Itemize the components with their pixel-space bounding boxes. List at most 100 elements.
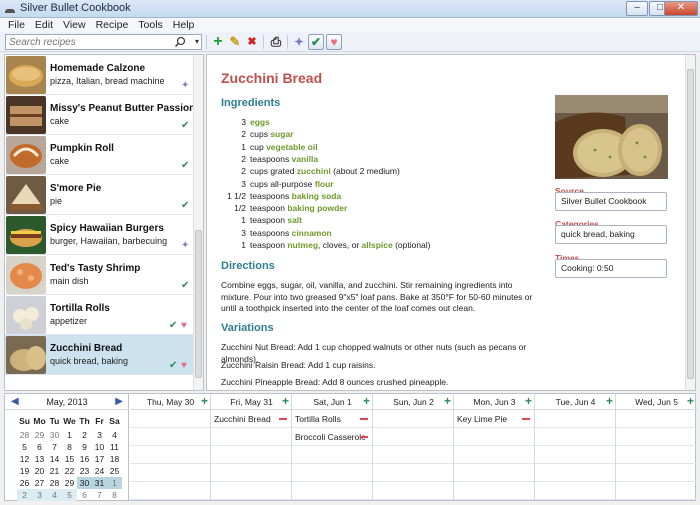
menu-help[interactable]: Help — [168, 18, 200, 32]
add-meal-icon[interactable]: + — [444, 394, 451, 409]
search-icon[interactable] — [174, 36, 186, 48]
calendar-day[interactable]: 13 — [32, 453, 47, 465]
calendar-day[interactable]: 22 — [62, 465, 77, 477]
calendar-day[interactable]: 11 — [107, 441, 122, 453]
next-month-icon[interactable]: ▶ — [115, 394, 123, 410]
menu-view[interactable]: View — [58, 18, 91, 32]
calendar-day[interactable]: 6 — [32, 441, 47, 453]
add-meal-icon[interactable]: + — [606, 394, 613, 409]
calendar-day[interactable]: 17 — [92, 453, 107, 465]
calendar-day[interactable]: 16 — [77, 453, 92, 465]
menu-edit[interactable]: Edit — [30, 18, 58, 32]
planner-slot[interactable] — [292, 447, 372, 464]
calendar-day[interactable]: 8 — [62, 441, 77, 453]
calendar-day[interactable]: 2 — [77, 429, 92, 441]
planner-slot[interactable] — [454, 447, 534, 464]
planner-slot[interactable] — [535, 465, 615, 482]
planner-slot[interactable]: Broccoli Casserole — [292, 429, 372, 446]
detail-scrollbar[interactable] — [685, 55, 695, 390]
planner-slot[interactable] — [454, 465, 534, 482]
source-field[interactable]: Silver Bullet Cookbook — [555, 192, 667, 211]
planner-slot[interactable]: Tortilla Rolls — [292, 411, 372, 428]
calendar-day[interactable]: 20 — [32, 465, 47, 477]
calendar-day[interactable]: 7 — [92, 489, 107, 501]
calendar-day[interactable]: 3 — [92, 429, 107, 441]
calendar-day[interactable]: 9 — [77, 441, 92, 453]
planner-slot[interactable] — [373, 465, 453, 482]
recipe-list-item[interactable]: Ted's Tasty Shrimp main dish ✔ — [5, 255, 194, 295]
search-dropdown-icon[interactable]: ▾ — [195, 35, 199, 49]
calendar-day[interactable]: 2 — [17, 489, 32, 501]
add-recipe-button[interactable]: + — [210, 34, 226, 50]
calendar-day[interactable]: 31 — [92, 477, 107, 489]
planned-recipe[interactable]: Zucchini Bread — [214, 411, 271, 428]
calendar-day[interactable]: 27 — [32, 477, 47, 489]
calendar-day[interactable]: 23 — [77, 465, 92, 477]
planner-slot[interactable] — [211, 447, 291, 464]
planner-slot[interactable] — [130, 465, 210, 482]
planner-slot[interactable] — [616, 465, 696, 482]
planner-slot[interactable] — [616, 483, 696, 500]
planner-slot[interactable] — [535, 411, 615, 428]
remove-meal-icon[interactable] — [360, 436, 368, 438]
recipe-list-item[interactable]: S'more Pie pie ✔ — [5, 175, 194, 215]
planner-slot[interactable] — [616, 429, 696, 446]
planner-slot[interactable] — [616, 411, 696, 428]
add-meal-icon[interactable]: + — [201, 394, 208, 409]
calendar-day[interactable]: 18 — [107, 453, 122, 465]
calendar-day[interactable]: 4 — [47, 489, 62, 501]
calendar-day[interactable]: 19 — [17, 465, 32, 477]
remove-meal-icon[interactable] — [522, 418, 530, 420]
planner-slot[interactable] — [211, 429, 291, 446]
made-filter-button[interactable]: ✔ — [308, 34, 324, 50]
planner-slot[interactable] — [616, 447, 696, 464]
planner-slot[interactable] — [130, 447, 210, 464]
menu-file[interactable]: File — [0, 18, 30, 32]
planner-slot[interactable] — [535, 447, 615, 464]
planner-slot[interactable] — [292, 483, 372, 500]
remove-meal-icon[interactable] — [279, 418, 287, 420]
planner-slot[interactable] — [454, 429, 534, 446]
list-scrollbar-thumb[interactable] — [195, 230, 202, 378]
edit-recipe-button[interactable]: ✎ — [227, 34, 243, 50]
add-meal-icon[interactable]: + — [687, 394, 694, 409]
times-field[interactable]: Cooking: 0:50 — [555, 259, 667, 278]
calendar-day[interactable]: 28 — [17, 429, 32, 441]
planned-recipe[interactable]: Broccoli Casserole — [295, 429, 366, 446]
calendar-day[interactable]: 1 — [62, 429, 77, 441]
calendar-day[interactable]: 25 — [107, 465, 122, 477]
planner-slot[interactable] — [130, 411, 210, 428]
calendar-day[interactable]: 3 — [32, 489, 47, 501]
add-meal-icon[interactable]: + — [282, 394, 289, 409]
prev-month-icon[interactable]: ◀ — [11, 394, 19, 410]
recipe-list-item[interactable]: Pumpkin Roll cake ✔ — [5, 135, 194, 175]
calendar-day[interactable]: 15 — [62, 453, 77, 465]
calendar-day[interactable]: 10 — [92, 441, 107, 453]
close-button[interactable]: ✕ — [664, 1, 698, 16]
menu-tools[interactable]: Tools — [133, 18, 168, 32]
recipe-list-item[interactable]: Homemade Calzone pizza, Italian, bread ma… — [5, 55, 194, 95]
print-button[interactable]: ⎙ — [268, 34, 284, 50]
planner-slot[interactable] — [373, 429, 453, 446]
planner-slot[interactable] — [292, 465, 372, 482]
remove-meal-icon[interactable] — [360, 418, 368, 420]
favorite-filter-button[interactable]: ♥ — [326, 34, 342, 50]
recipe-list-item[interactable]: Missy's Peanut Butter Passion Cake cake ✔ — [5, 95, 203, 135]
calendar-day[interactable]: 28 — [47, 477, 62, 489]
calendar-day[interactable]: 29 — [62, 477, 77, 489]
planned-recipe[interactable]: Key Lime Pie — [457, 411, 507, 428]
calendar-day[interactable]: 24 — [92, 465, 107, 477]
calendar-day[interactable]: 12 — [17, 453, 32, 465]
pin-filter-button[interactable]: ✦ — [291, 34, 307, 50]
recipe-list-item[interactable]: Zucchini Bread quick bread, baking ✔ ♥ — [5, 335, 194, 375]
calendar-day[interactable]: 5 — [17, 441, 32, 453]
planned-recipe[interactable]: Tortilla Rolls — [295, 411, 341, 428]
calendar-day[interactable]: 4 — [107, 429, 122, 441]
calendar-day[interactable]: 8 — [107, 489, 122, 501]
planner-slot[interactable] — [373, 447, 453, 464]
planner-slot[interactable]: Key Lime Pie — [454, 411, 534, 428]
add-meal-icon[interactable]: + — [363, 394, 370, 409]
calendar-day[interactable]: 29 — [32, 429, 47, 441]
list-scrollbar[interactable] — [193, 55, 203, 390]
calendar-day[interactable]: 14 — [47, 453, 62, 465]
